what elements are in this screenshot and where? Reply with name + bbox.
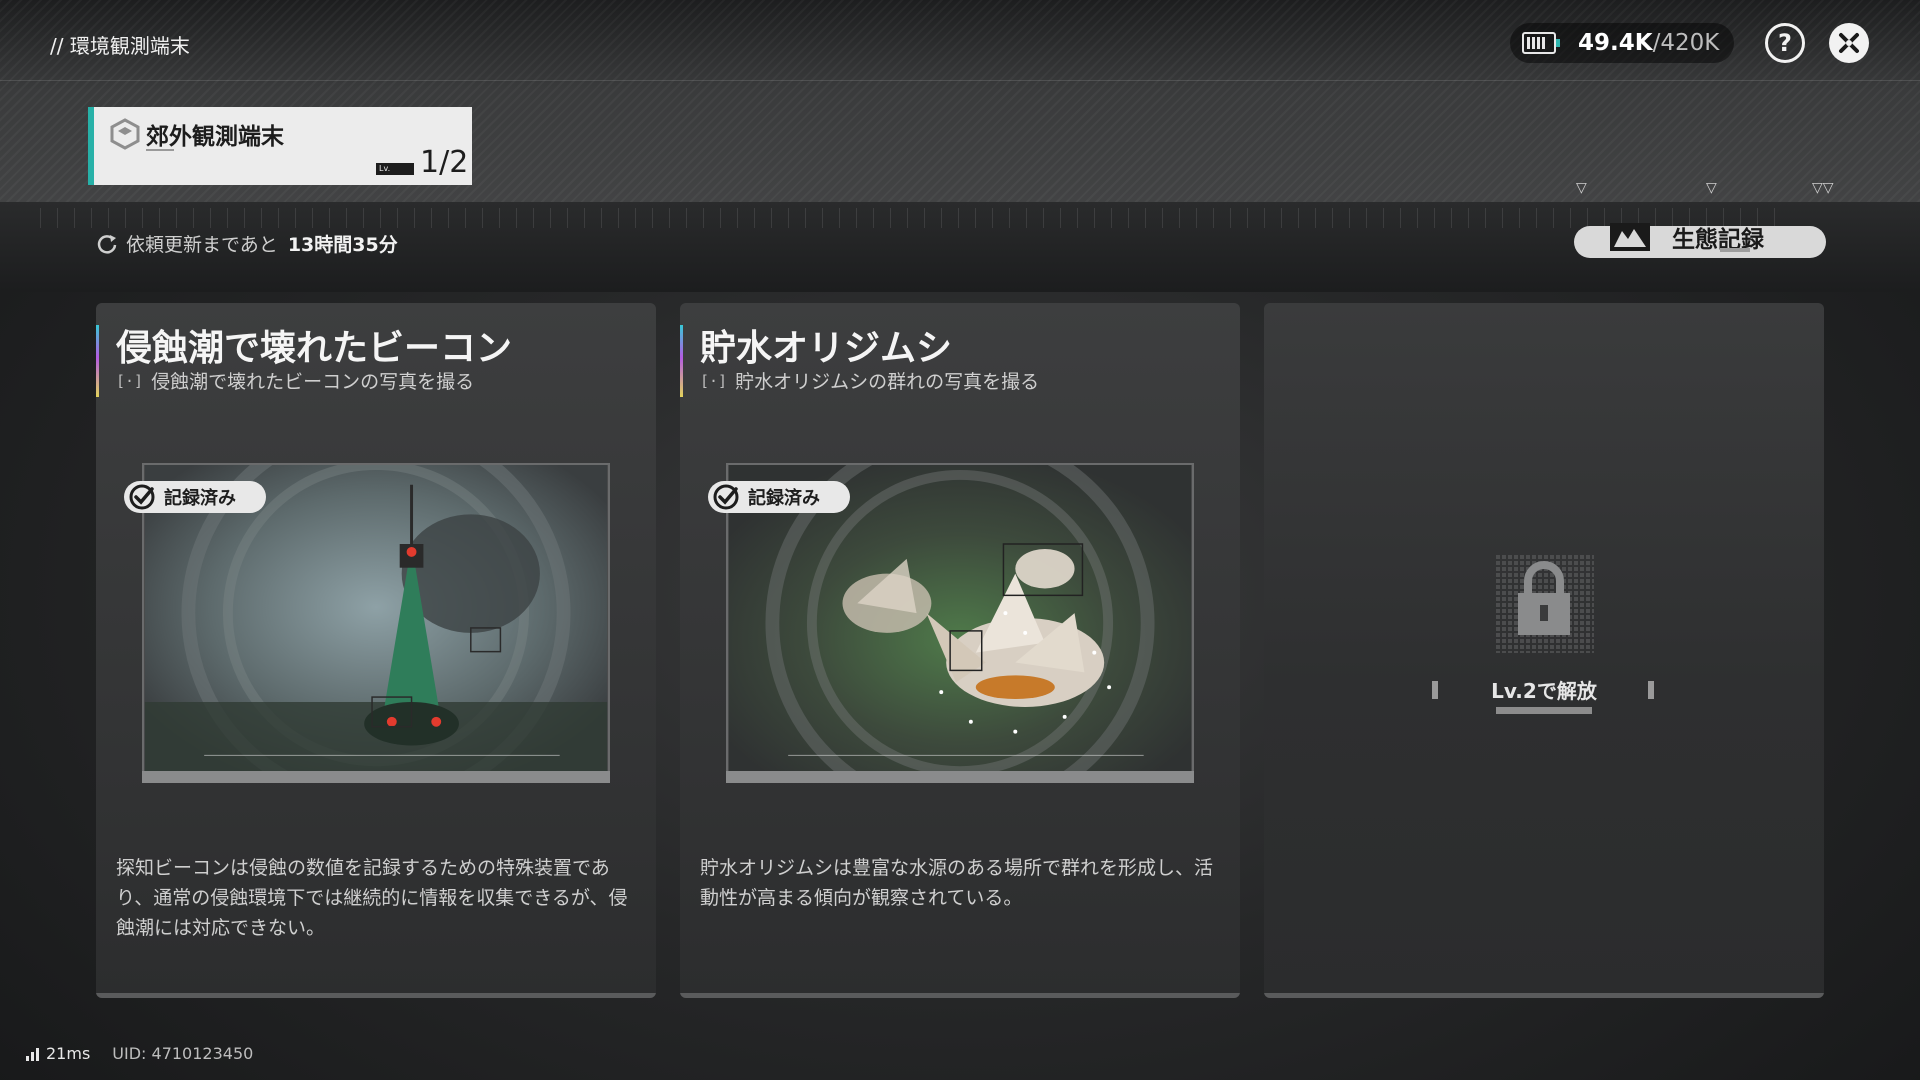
photo-target-icon: [·] <box>700 371 728 390</box>
commission-card-originium-slug[interactable]: 貯水オリジムシ [·] 貯水オリジムシの群れの写真を撮る 記録済み 貯水オリジム… <box>680 303 1240 998</box>
marker-triangle-icon: ▽ <box>1576 180 1587 196</box>
currency-max: /420K <box>1652 30 1720 56</box>
refresh-timer: 依頼更新まであと 13時間35分 <box>96 230 398 257</box>
unlock-requirement: Lv.2で解放 <box>1491 679 1597 703</box>
check-circle-icon <box>129 484 155 510</box>
recorded-badge: 記録済み <box>124 481 266 513</box>
commission-card-beacon[interactable]: 侵蝕潮で壊れたビーコン [·] 侵蝕潮で壊れたビーコンの写真を撮る 記録済み 探… <box>96 303 656 998</box>
sanity-counter: 49.4K /420K <box>1510 23 1734 63</box>
help-icon[interactable]: ? <box>1765 23 1805 63</box>
ping-value: 21ms <box>46 1044 91 1063</box>
terminal-card[interactable]: 郊外観測端末 Lv. 1/2 <box>88 107 472 185</box>
refresh-icon <box>97 234 117 254</box>
ruler-ticks <box>40 208 1780 228</box>
terminal-level: 1/2 <box>420 145 469 180</box>
terminal-name: 郊外観測端末 <box>146 124 284 150</box>
photo-bottom-bar <box>142 771 610 783</box>
marker-triangle-icon: ▽▽ <box>1812 180 1834 196</box>
card-accent <box>680 325 683 397</box>
card-subtitle-text: 貯水オリジムシの群れの写真を撮る <box>735 371 1040 393</box>
photo-bottom-bar <box>726 771 1194 783</box>
battery-icon <box>1522 32 1560 54</box>
photo-target-icon: [·] <box>116 371 144 390</box>
check-circle-icon <box>713 484 739 510</box>
unlock-bar <box>1496 707 1592 714</box>
refresh-time: 13時間35分 <box>287 234 398 256</box>
terminal-underline <box>146 149 174 151</box>
recorded-label: 記録済み <box>748 488 820 509</box>
refresh-label: 依頼更新まであと <box>126 234 278 256</box>
user-id: UID: 4710123450 <box>112 1044 254 1063</box>
close-x-shape <box>1839 33 1859 53</box>
recorded-label: 記録済み <box>164 488 236 509</box>
terminal-icon <box>110 118 140 150</box>
card-subtitle: [·] 貯水オリジムシの群れの写真を撮る <box>700 367 1039 394</box>
card-description: 探知ビーコンは侵蝕の数値を記録するための特殊装置であり、通常の侵蝕環境下では継続… <box>116 857 628 939</box>
signal-icon <box>26 1047 39 1061</box>
recorded-badge: 記録済み <box>708 481 850 513</box>
lock-icon <box>1494 553 1594 653</box>
eco-record-label: 生態記録 <box>1672 227 1764 253</box>
card-title: 貯水オリジムシ <box>700 328 953 369</box>
card-accent <box>96 325 99 397</box>
eco-record-icon <box>1610 223 1650 251</box>
card-description: 貯水オリジムシは豊富な水源のある場所で群れを形成し、活動性が高まる傾向が観察され… <box>700 857 1214 909</box>
currency-value: 49.4K <box>1578 30 1653 56</box>
card-subtitle-text: 侵蝕潮で壊れたビーコンの写真を撮る <box>151 371 475 393</box>
eco-record-sub <box>1720 248 1750 252</box>
card-title: 侵蝕潮で壊れたビーコン <box>116 328 513 369</box>
marker-triangle-icon: ▽ <box>1706 180 1717 196</box>
breadcrumb: // 環境観測端末 <box>50 34 190 58</box>
card-subtitle: [·] 侵蝕潮で壊れたビーコンの写真を撮る <box>116 367 474 394</box>
footer-status: 21ms UID: 4710123450 <box>26 1044 253 1063</box>
level-badge: Lv. <box>376 163 414 175</box>
commission-card-locked[interactable]: Lv.2で解放 <box>1264 303 1824 998</box>
close-icon[interactable] <box>1829 23 1869 63</box>
eco-record-button[interactable]: 生態記録 <box>1574 223 1826 258</box>
